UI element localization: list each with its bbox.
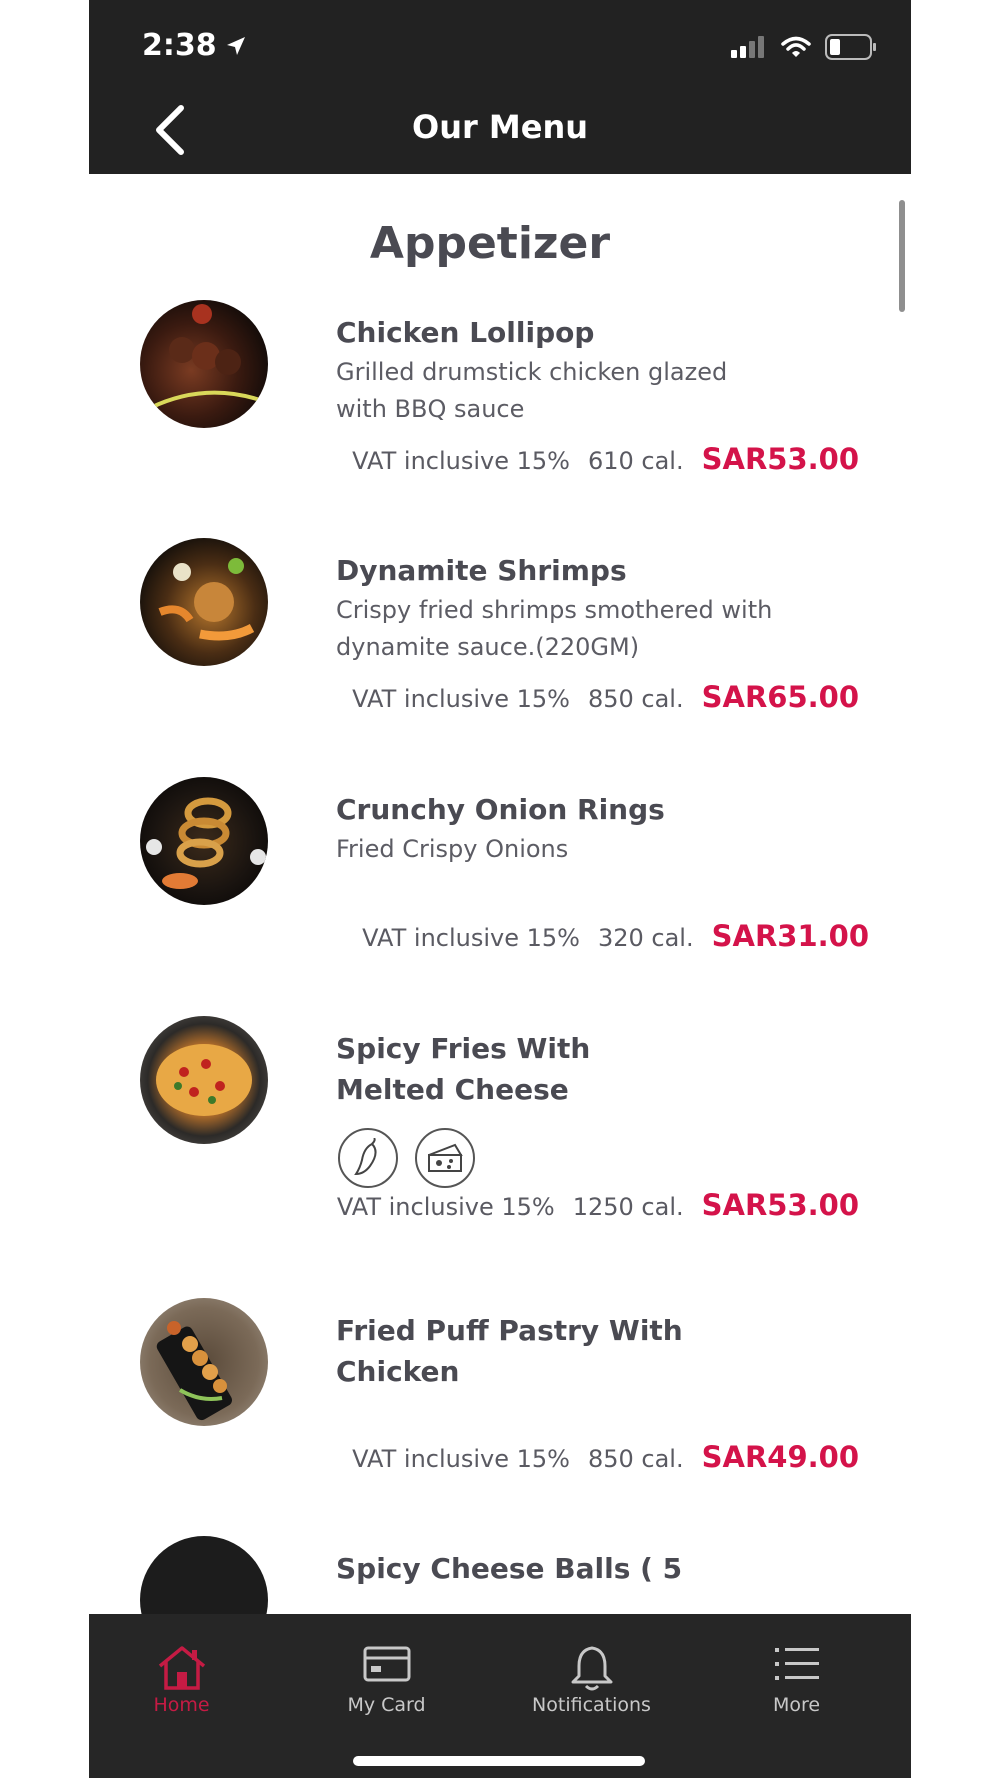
item-meta: VAT inclusive 15% 320 cal. SAR31.00 bbox=[362, 919, 869, 953]
menu-item[interactable]: Fried Puff Pastry With Chicken VAT inclu… bbox=[89, 1298, 911, 1508]
item-photo bbox=[140, 777, 268, 905]
item-description: Grilled drumstick chicken glazed with BB… bbox=[336, 358, 728, 423]
price: SAR53.00 bbox=[701, 1188, 859, 1222]
menu-item[interactable]: Chicken Lollipop Grilled drumstick chick… bbox=[89, 300, 911, 510]
item-meta: VAT inclusive 15% 1250 cal. SAR53.00 bbox=[337, 1188, 859, 1222]
page-title: Our Menu bbox=[411, 108, 588, 146]
cheese-icon bbox=[415, 1128, 475, 1188]
menu-item[interactable]: Spicy Cheese Balls ( 5 bbox=[89, 1536, 911, 1614]
item-name: Chicken Lollipop bbox=[336, 316, 595, 349]
scrollbar[interactable] bbox=[899, 200, 905, 312]
item-name: Fried Puff Pastry With Chicken bbox=[336, 1314, 683, 1388]
top-bar: 2:38 Our Menu bbox=[89, 0, 911, 174]
tab-home[interactable]: Home bbox=[89, 1628, 284, 1718]
tab-label: More bbox=[772, 1694, 821, 1716]
item-photo bbox=[140, 1536, 268, 1614]
menu-item[interactable]: Crunchy Onion Rings Fried Crispy Onions … bbox=[89, 777, 911, 987]
item-meta: VAT inclusive 15% 850 cal. SAR65.00 bbox=[352, 680, 859, 714]
price: SAR49.00 bbox=[701, 1440, 859, 1474]
signal-icon bbox=[731, 36, 764, 58]
vat-label: VAT inclusive 15% bbox=[352, 447, 570, 475]
item-name: Crunchy Onion Rings bbox=[336, 793, 665, 826]
menu-item[interactable]: Spicy Fries With Melted Cheese VAT inclu… bbox=[89, 1016, 911, 1256]
home-icon bbox=[158, 1646, 205, 1690]
calories: 850 cal. bbox=[587, 1445, 684, 1473]
price: SAR53.00 bbox=[701, 442, 859, 476]
price: SAR31.00 bbox=[711, 919, 869, 953]
price: SAR65.00 bbox=[701, 680, 859, 714]
tab-label: My Card bbox=[347, 1694, 426, 1716]
item-photo bbox=[140, 1298, 268, 1426]
bell-icon bbox=[571, 1646, 612, 1691]
home-indicator[interactable] bbox=[353, 1756, 645, 1766]
item-name: Spicy Fries With Melted Cheese bbox=[336, 1032, 591, 1106]
list-icon bbox=[774, 1648, 819, 1680]
location-arrow-icon bbox=[226, 36, 245, 55]
status-time-text: 2:38 bbox=[142, 28, 217, 63]
item-description: Crispy fried shrimps smothered with dyna… bbox=[336, 596, 773, 661]
vat-label: VAT inclusive 15% bbox=[352, 685, 570, 713]
app-screen: 2:38 Our Menu Appetizer Chicken Lollipop… bbox=[89, 0, 911, 1778]
section-title: Appetizer bbox=[369, 218, 611, 269]
item-meta: VAT inclusive 15% 850 cal. SAR49.00 bbox=[352, 1440, 859, 1474]
wifi-icon bbox=[781, 36, 811, 57]
status-indicators bbox=[731, 34, 877, 60]
tab-label: Home bbox=[153, 1694, 210, 1716]
calories: 320 cal. bbox=[597, 924, 694, 952]
item-meta: VAT inclusive 15% 610 cal. SAR53.00 bbox=[352, 442, 859, 476]
item-photo bbox=[140, 1016, 268, 1144]
item-name: Spicy Cheese Balls ( 5 bbox=[336, 1552, 683, 1585]
calories: 850 cal. bbox=[587, 685, 684, 713]
item-name: Dynamite Shrimps bbox=[336, 554, 627, 587]
menu-item[interactable]: Dynamite Shrimps Crispy fried shrimps sm… bbox=[89, 538, 911, 748]
chili-pepper-icon bbox=[338, 1128, 398, 1188]
battery-icon bbox=[825, 34, 876, 60]
item-photo bbox=[140, 300, 268, 428]
vat-label: VAT inclusive 15% bbox=[336, 1193, 555, 1221]
status-time: 2:38 bbox=[142, 28, 247, 63]
item-photo bbox=[140, 538, 268, 666]
tab-notifications[interactable]: Notifications bbox=[489, 1628, 694, 1718]
menu-list[interactable]: Appetizer Chicken Lollipop Grilled drums… bbox=[89, 174, 911, 1614]
card-icon bbox=[363, 1646, 410, 1682]
vat-label: VAT inclusive 15% bbox=[352, 1445, 570, 1473]
bottom-tab-bar: Home My Card Notifications More bbox=[89, 1614, 911, 1778]
tab-more[interactable]: More bbox=[694, 1628, 899, 1718]
tab-label: Notifications bbox=[532, 1694, 651, 1716]
tab-my-card[interactable]: My Card bbox=[284, 1628, 489, 1718]
calories: 1250 cal. bbox=[572, 1193, 684, 1221]
calories: 610 cal. bbox=[587, 447, 684, 475]
item-description: Fried Crispy Onions bbox=[336, 835, 569, 863]
vat-label: VAT inclusive 15% bbox=[362, 924, 580, 952]
item-tags bbox=[338, 1128, 475, 1188]
